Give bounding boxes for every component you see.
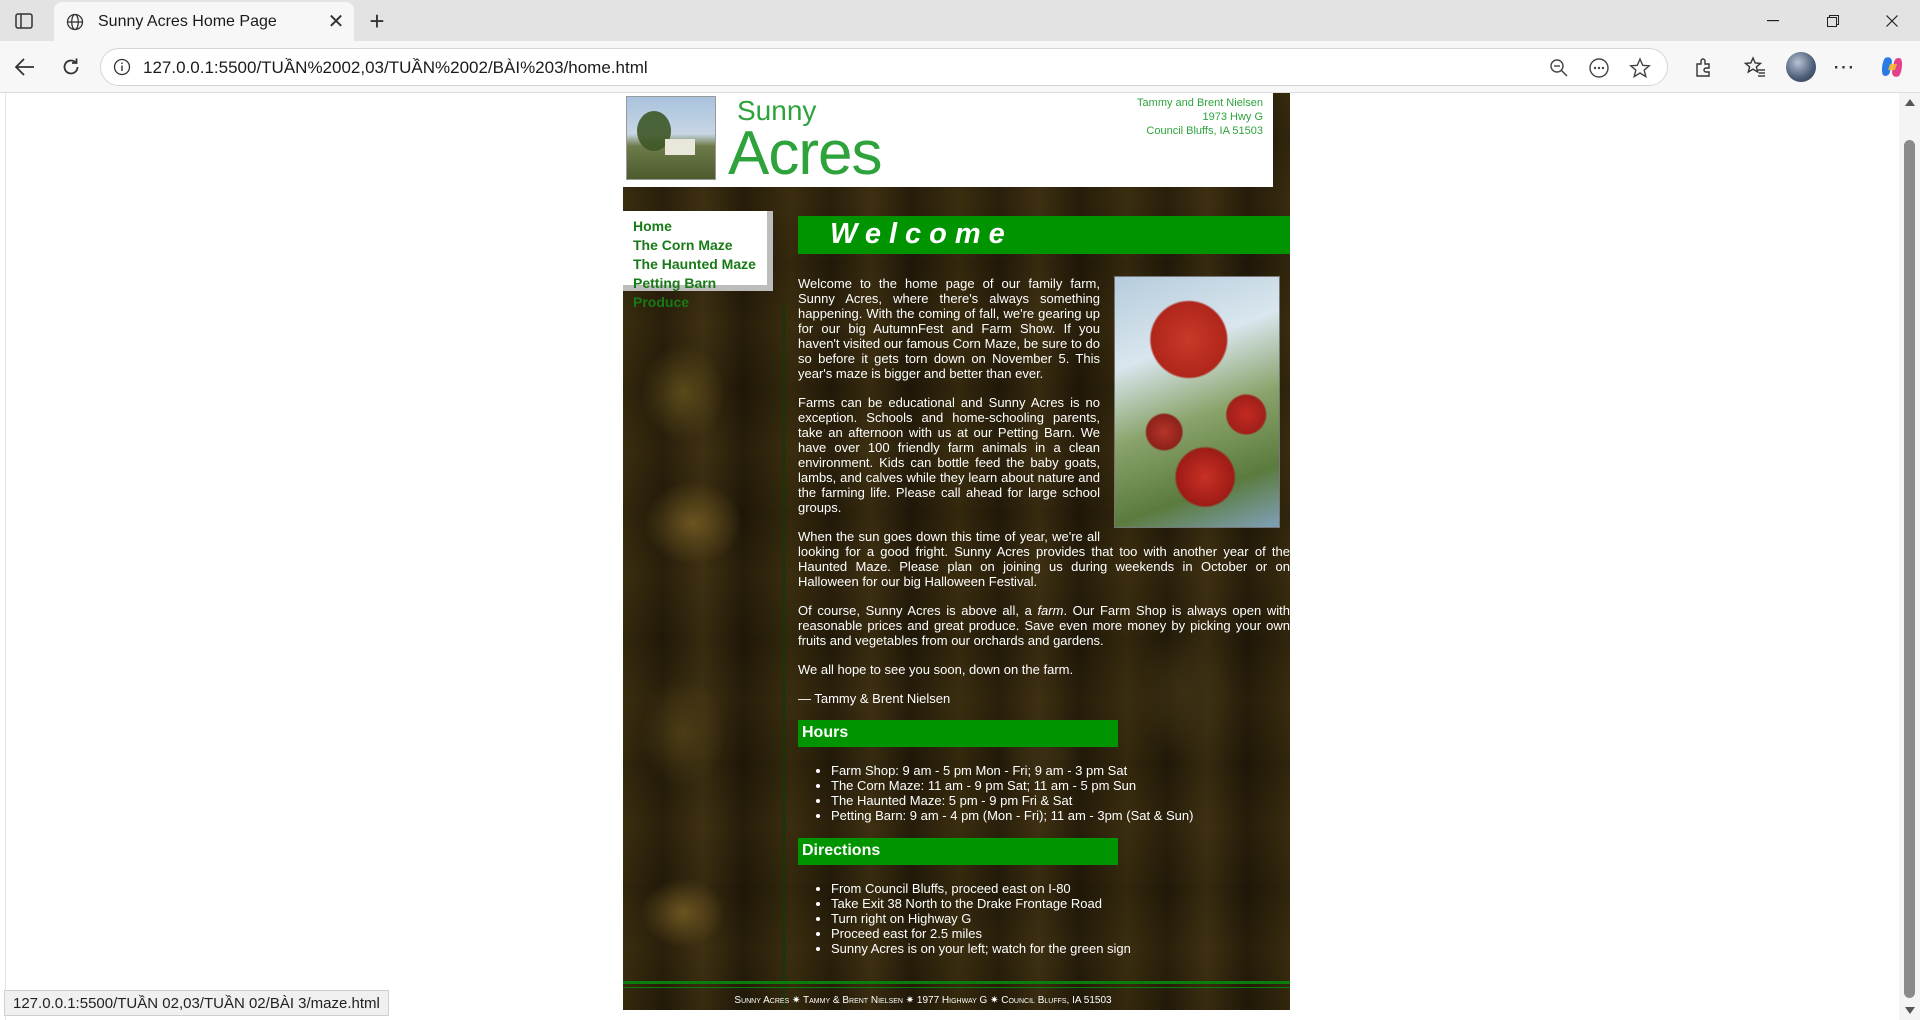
list-item: Petting Barn: 9 am - 4 pm (Mon - Fri); 1…: [831, 808, 1193, 823]
farm-photo: [626, 96, 716, 180]
directions-heading: Directions: [798, 838, 1118, 865]
farm-shop-paragraph: Of course, Sunny Acres is above all, a f…: [798, 603, 1290, 648]
list-item: Proceed east for 2.5 miles: [831, 926, 1131, 941]
footer-rule: [623, 987, 1290, 988]
sunny-acres-page: Sunny Acres Tammy and Brent Nielsen 1973…: [623, 93, 1290, 1010]
more-options-icon[interactable]: ⋯: [1830, 53, 1858, 81]
scroll-down-icon[interactable]: [1905, 1007, 1915, 1014]
apples-photo: [1114, 276, 1280, 528]
hours-list: Farm Shop: 9 am - 5 pm Mon - Fri; 9 am -…: [831, 763, 1193, 823]
address-line: Tammy and Brent Nielsen: [1137, 97, 1263, 109]
zoom-out-icon[interactable]: [1548, 57, 1570, 79]
copilot-icon[interactable]: [1878, 53, 1906, 81]
scrollbar-thumb[interactable]: [1904, 140, 1915, 998]
haunted-maze-paragraph: When the sun goes down this time of year…: [798, 529, 1290, 589]
read-aloud-icon[interactable]: [1588, 57, 1610, 79]
globe-icon: [64, 11, 86, 33]
welcome-heading: Welcome: [830, 218, 1013, 250]
site-info-icon[interactable]: [113, 58, 133, 78]
hours-heading: Hours: [798, 720, 1118, 747]
browser-toolbar: 127.0.0.1:5500/TUẦN%2002,03/TUẦN%2002/BÀ…: [0, 41, 1920, 93]
site-footer: Sunny Acres ✷ Tammy & Brent Nielsen ✷ 19…: [734, 995, 1112, 1006]
list-item: The Corn Maze: 11 am - 9 pm Sat; 11 am -…: [831, 778, 1193, 793]
restore-icon[interactable]: [1805, 0, 1861, 41]
column-divider: [783, 303, 785, 1010]
new-tab-icon[interactable]: +: [362, 6, 392, 36]
address-line: Council Bluffs, IA 51503: [1146, 125, 1263, 137]
logo-acres: Acres: [728, 119, 882, 188]
extensions-icon[interactable]: [1690, 53, 1718, 81]
header-address: Tammy and Brent Nielsen 1973 Hwy G Counc…: [1083, 96, 1263, 138]
nav-link-home[interactable]: Home: [633, 217, 767, 236]
profile-avatar[interactable]: [1786, 52, 1816, 82]
footer-rule: [623, 981, 1290, 984]
address-line: 1973 Hwy G: [1202, 111, 1263, 123]
welcome-heading-bar: Welcome: [798, 216, 1290, 254]
directions-list: From Council Bluffs, proceed east on I-8…: [831, 881, 1131, 956]
nav-link-produce[interactable]: Produce: [633, 293, 767, 312]
farm-shop-text-a: Of course, Sunny Acres is above all, a: [798, 603, 1038, 618]
page-viewport: Sunny Acres Tammy and Brent Nielsen 1973…: [5, 93, 1899, 1020]
site-nav: Home The Corn Maze The Haunted Maze Pett…: [623, 211, 773, 310]
list-item: Sunny Acres is on your left; watch for t…: [831, 941, 1131, 956]
list-item: The Haunted Maze: 5 pm - 9 pm Fri & Sat: [831, 793, 1193, 808]
farm-emphasis: farm: [1037, 603, 1064, 618]
url-text[interactable]: 127.0.0.1:5500/TUẦN%2002,03/TUẦN%2002/BÀ…: [143, 58, 648, 78]
list-item: Take Exit 38 North to the Drake Frontage…: [831, 896, 1131, 911]
list-item: Farm Shop: 9 am - 5 pm Mon - Fri; 9 am -…: [831, 763, 1193, 778]
list-item: Turn right on Highway G: [831, 911, 1131, 926]
reload-icon[interactable]: [55, 51, 87, 83]
nav-link-petting-barn[interactable]: Petting Barn: [633, 274, 767, 293]
scroll-up-icon[interactable]: [1905, 99, 1915, 106]
list-item: From Council Bluffs, proceed east on I-8…: [831, 881, 1131, 896]
favorites-icon[interactable]: [1741, 53, 1769, 81]
sidebar-toggle-icon[interactable]: [10, 8, 38, 34]
close-tab-icon[interactable]: ✕: [324, 10, 348, 34]
back-arrow-icon[interactable]: [9, 51, 41, 83]
tab-strip: Sunny Acres Home Page ✕ +: [0, 0, 1920, 41]
vertical-scrollbar[interactable]: [1899, 93, 1920, 1020]
address-bar[interactable]: 127.0.0.1:5500/TUẦN%2002,03/TUẦN%2002/BÀ…: [100, 48, 1668, 86]
closing-paragraph: We all hope to see you soon, down on the…: [798, 662, 1074, 677]
nav-link-corn-maze[interactable]: The Corn Maze: [633, 236, 767, 255]
nav-link-haunted-maze[interactable]: The Haunted Maze: [633, 255, 767, 274]
main-content: Welcome to the home page of our family f…: [798, 276, 1290, 720]
site-header: Sunny Acres Tammy and Brent Nielsen 1973…: [623, 93, 1273, 188]
signature: — Tammy & Brent Nielsen: [798, 691, 951, 706]
close-window-icon[interactable]: [1864, 0, 1920, 41]
status-bar-link: 127.0.0.1:5500/TUẦN 02,03/TUẦN 02/BÀI 3/…: [4, 990, 389, 1016]
favorite-star-icon[interactable]: [1629, 57, 1651, 79]
active-tab[interactable]: Sunny Acres Home Page ✕: [54, 2, 354, 41]
minimize-icon[interactable]: [1745, 0, 1801, 41]
tab-title: Sunny Acres Home Page: [98, 12, 277, 30]
